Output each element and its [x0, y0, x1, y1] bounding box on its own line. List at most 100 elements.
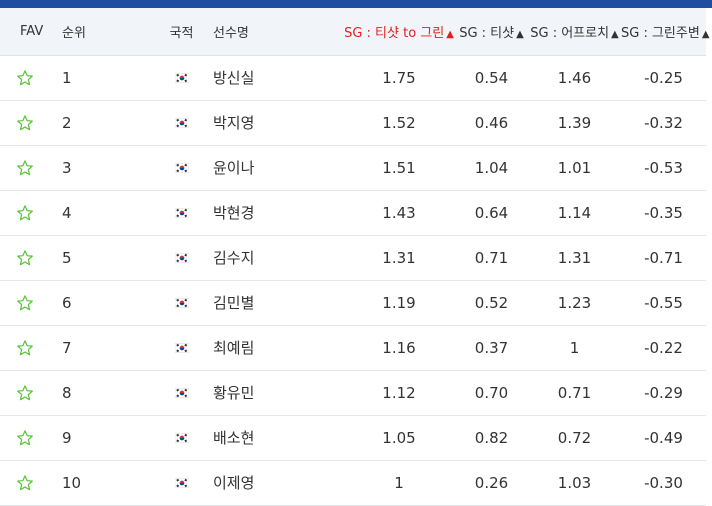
korea-flag-icon	[174, 163, 189, 173]
sg-tee-cell: 0.71	[474, 248, 509, 267]
sg-tee-to-green-cell: 1.52	[382, 113, 416, 132]
col-header-sg-tee-to-green[interactable]: SG : 티샷 to 그린 ▲	[343, 8, 455, 55]
star-outline-icon[interactable]	[16, 159, 34, 177]
rank-cell: 4	[62, 203, 72, 222]
nationality-cell	[150, 280, 213, 325]
col-header-sg-approach[interactable]: SG : 어프로치 ▲	[528, 8, 621, 55]
rank-cell: 7	[62, 338, 72, 357]
korea-flag-icon	[174, 253, 189, 263]
sg-tee-cell: 0.26	[474, 473, 509, 492]
col-header-label: SG : 티샷 to 그린	[344, 25, 445, 41]
rank-cell: 1	[62, 68, 72, 87]
sg-tee-to-green-cell: 1.05	[382, 428, 416, 447]
fav-cell	[0, 370, 62, 415]
sg-tee-cell: 0.64	[474, 203, 509, 222]
sg-tee-to-green-cell: 1.31	[382, 248, 416, 267]
table-row: 9 배소현 1.05 0.82 0.72 -0.49	[0, 415, 706, 460]
strokes-gained-table: FAV 순위 국적 선수명 SG : 티샷 to 그린 ▲ SG : 티샷 ▲ SG…	[0, 8, 710, 506]
star-outline-icon[interactable]	[16, 429, 34, 447]
fav-cell	[0, 145, 62, 190]
sg-approach-cell: 0.71	[557, 383, 592, 402]
sg-around-green-cell: -0.55	[644, 293, 683, 312]
player-name-cell: 김민별	[213, 294, 255, 312]
korea-flag-icon	[174, 208, 189, 218]
table-row: 5 김수지 1.31 0.71 1.31 -0.71	[0, 235, 706, 280]
fav-cell	[0, 415, 62, 460]
sg-around-green-cell: -0.22	[644, 338, 683, 357]
star-outline-icon[interactable]	[16, 474, 34, 492]
nationality-cell	[150, 55, 213, 100]
table-header-row: FAV 순위 국적 선수명 SG : 티샷 to 그린 ▲ SG : 티샷 ▲ SG…	[0, 8, 710, 55]
star-outline-icon[interactable]	[16, 114, 34, 132]
korea-flag-icon	[174, 118, 189, 128]
sort-arrow-icon: ▲	[516, 28, 524, 40]
sg-tee-cell: 0.52	[474, 293, 509, 312]
sg-tee-cell: 0.37	[474, 338, 509, 357]
col-header-sg-around-green[interactable]: SG : 그린주변 ▲	[621, 8, 710, 55]
sg-approach-cell: 1.23	[557, 293, 592, 312]
fav-cell	[0, 55, 62, 100]
fav-cell	[0, 100, 62, 145]
table-row: 6 김민별 1.19 0.52 1.23 -0.55	[0, 280, 706, 325]
star-outline-icon[interactable]	[16, 69, 34, 87]
rank-cell: 2	[62, 113, 72, 132]
sg-tee-cell: 0.46	[474, 113, 509, 132]
sg-around-green-cell: -0.71	[644, 248, 683, 267]
table-row: 8 황유민 1.12 0.70 0.71 -0.29	[0, 370, 706, 415]
nationality-cell	[150, 190, 213, 235]
col-header-label: SG : 티샷	[459, 25, 515, 41]
player-name-cell: 이제영	[213, 474, 255, 492]
sg-around-green-cell: -0.35	[644, 203, 683, 222]
player-name-cell: 배소현	[213, 429, 255, 447]
col-header-sg-tee[interactable]: SG : 티샷 ▲	[455, 8, 528, 55]
player-name-cell: 김수지	[213, 249, 255, 267]
sg-tee-cell: 1.04	[474, 158, 509, 177]
sg-tee-to-green-cell: 1.51	[382, 158, 416, 177]
fav-cell	[0, 325, 62, 370]
sg-approach-cell: 1.31	[557, 248, 592, 267]
korea-flag-icon	[174, 343, 189, 353]
rank-cell: 6	[62, 293, 72, 312]
star-outline-icon[interactable]	[16, 384, 34, 402]
fav-cell	[0, 190, 62, 235]
col-header-nationality: 국적	[169, 25, 194, 41]
sg-tee-to-green-cell: 1.12	[382, 383, 416, 402]
nationality-cell	[150, 145, 213, 190]
rank-cell: 3	[62, 158, 72, 177]
sg-tee-cell: 0.70	[474, 383, 509, 402]
fav-cell	[0, 460, 62, 505]
player-name-cell: 방신실	[213, 69, 255, 87]
sg-around-green-cell: -0.25	[644, 68, 683, 87]
sg-approach-cell: 1.39	[557, 113, 592, 132]
fav-cell	[0, 280, 62, 325]
table-row: 10 이제영 1 0.26 1.03 -0.30	[0, 460, 706, 505]
rank-cell: 9	[62, 428, 72, 447]
star-outline-icon[interactable]	[16, 249, 34, 267]
rank-cell: 10	[62, 473, 82, 492]
table-row: 2 박지영 1.52 0.46 1.39 -0.32	[0, 100, 706, 145]
sg-tee-to-green-cell: 1	[394, 473, 404, 492]
sg-approach-cell: 0.72	[557, 428, 592, 447]
sort-arrow-icon: ▲	[701, 28, 710, 40]
rank-cell: 5	[62, 248, 72, 267]
sg-approach-cell: 1.46	[557, 68, 592, 87]
sg-tee-to-green-cell: 1.16	[382, 338, 416, 357]
nationality-cell	[150, 325, 213, 370]
stats-table-panel: FAV 순위 국적 선수명 SG : 티샷 to 그린 ▲ SG : 티샷 ▲ SG…	[0, 0, 712, 505]
table-row: 7 최예림 1.16 0.37 1 -0.22	[0, 325, 706, 370]
table-row: 3 윤이나 1.51 1.04 1.01 -0.53	[0, 145, 706, 190]
sg-approach-cell: 1.14	[557, 203, 592, 222]
player-name-cell: 박지영	[213, 114, 255, 132]
nationality-cell	[150, 415, 213, 460]
sg-around-green-cell: -0.30	[644, 473, 683, 492]
star-outline-icon[interactable]	[16, 204, 34, 222]
header-bar	[0, 0, 712, 8]
star-outline-icon[interactable]	[16, 294, 34, 312]
sg-tee-to-green-cell: 1.75	[382, 68, 416, 87]
nationality-cell	[150, 100, 213, 145]
korea-flag-icon	[174, 433, 189, 443]
star-outline-icon[interactable]	[16, 339, 34, 357]
sg-approach-cell: 1.03	[557, 473, 592, 492]
sort-arrow-icon: ▲	[611, 28, 619, 40]
player-name-cell: 박현경	[213, 204, 255, 222]
